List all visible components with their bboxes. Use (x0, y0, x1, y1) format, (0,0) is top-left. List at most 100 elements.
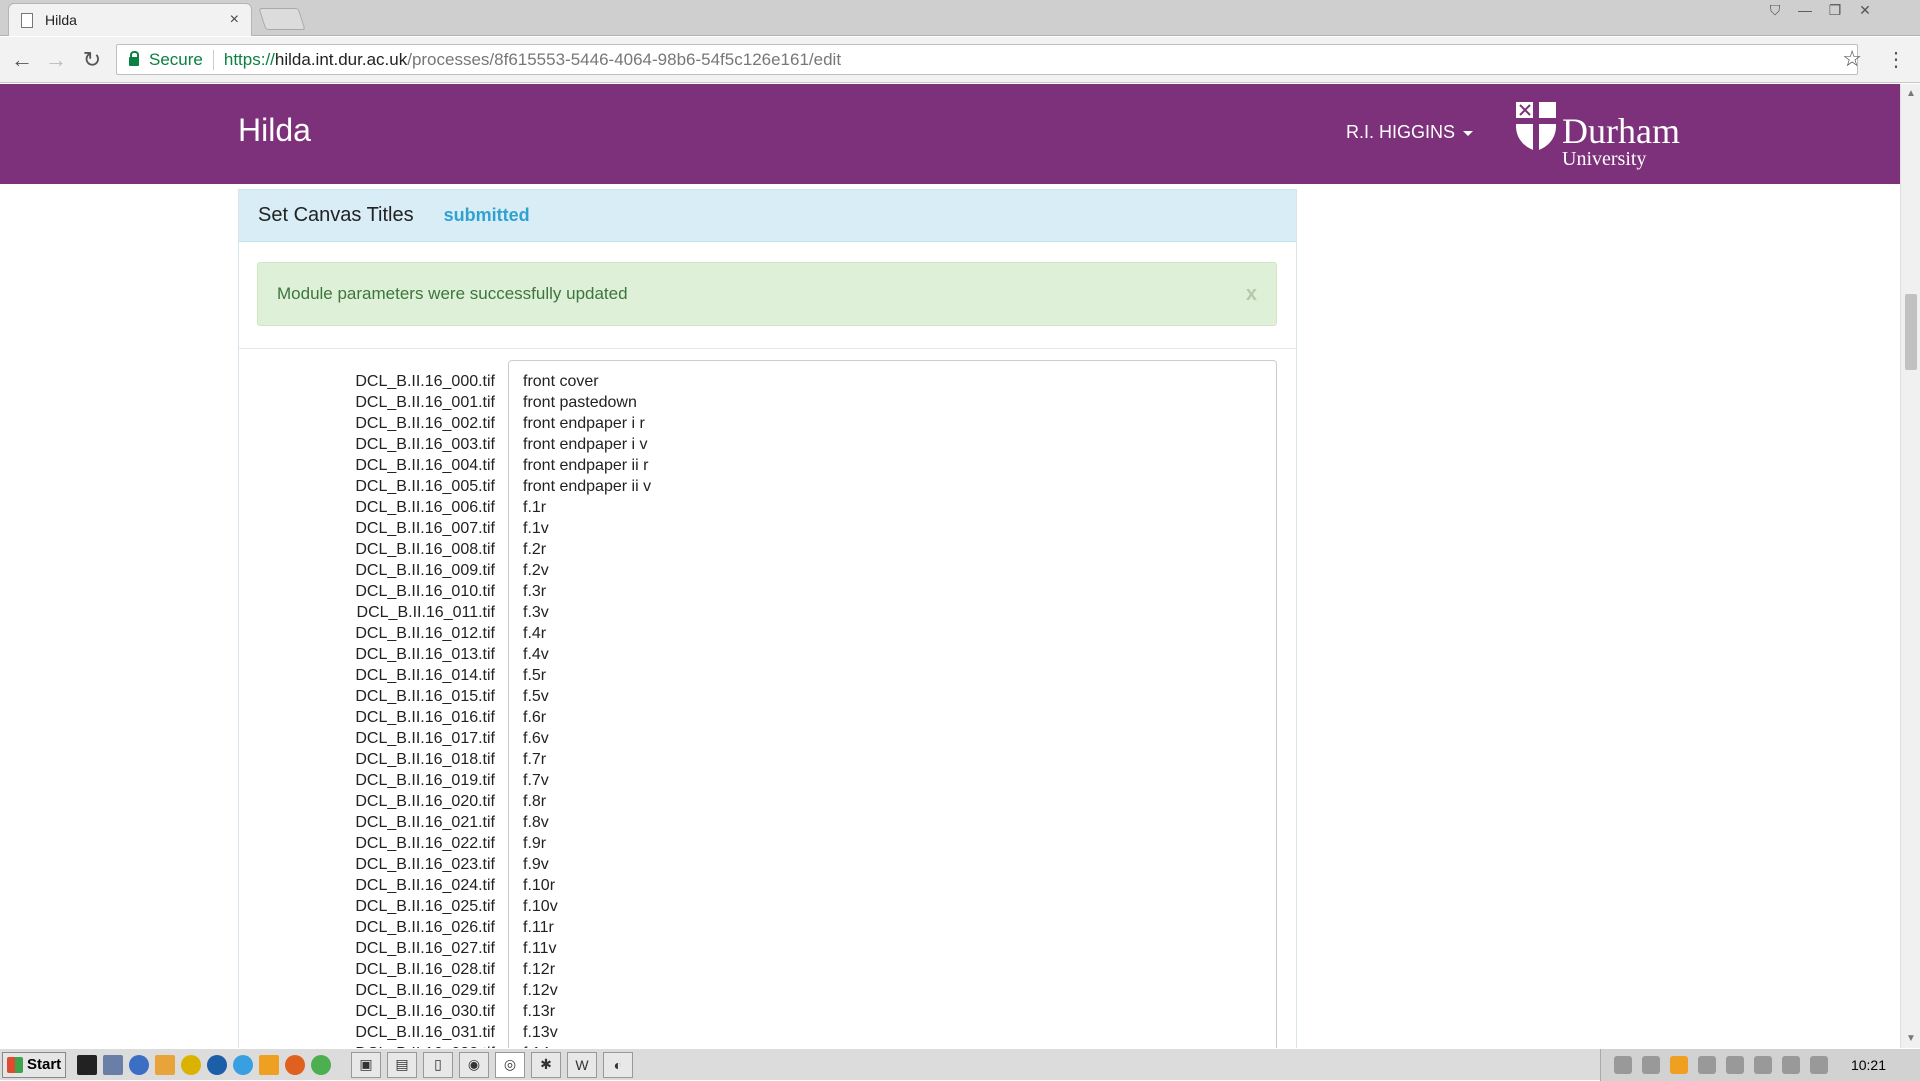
filename-item: DCL_B.II.16_029.tif (355, 982, 495, 999)
calculator-icon[interactable] (103, 1054, 123, 1075)
canvas-title-line: f.4v (523, 646, 549, 663)
close-window-button[interactable]: ✕ (1850, 0, 1880, 20)
browser-icon[interactable] (207, 1054, 227, 1075)
bookmark-star-icon[interactable]: ☆ (1842, 46, 1862, 72)
lock-icon (129, 51, 139, 66)
browser-tab-hilda[interactable]: Hilda × (8, 3, 252, 36)
panel-divider (239, 348, 1296, 349)
chrome-icon[interactable] (311, 1054, 331, 1075)
taskbar-firefox[interactable]: ◉ (459, 1051, 489, 1078)
clock[interactable]: 10:21 (1851, 1057, 1886, 1073)
address-bar[interactable]: Secure https:// hilda.int.dur.ac.uk /pro… (116, 44, 1858, 75)
firefox-icon[interactable] (285, 1054, 305, 1075)
filename-item: DCL_B.II.16_003.tif (355, 436, 495, 453)
scrollbar-thumb[interactable] (1905, 294, 1917, 370)
mail-icon[interactable] (259, 1054, 279, 1075)
scroll-up-icon[interactable]: ▲ (1906, 88, 1916, 99)
canvas-title-line: f.4r (523, 625, 547, 642)
filename-item: DCL_B.II.16_012.tif (355, 625, 495, 642)
canvas-titles-text: front cover front pastedown front endpaper… (523, 371, 651, 1048)
filename-item: DCL_B.II.16_009.tif (355, 562, 495, 579)
filename-item: DCL_B.II.16_020.tif (355, 793, 495, 810)
volume-icon[interactable] (1726, 1056, 1744, 1074)
ie-icon[interactable] (233, 1054, 253, 1075)
tray-icon-1[interactable] (1614, 1056, 1632, 1074)
filename-item: DCL_B.II.16_023.tif (355, 856, 495, 873)
page-scrollbar[interactable]: ▲ ▼ (1900, 84, 1920, 1048)
tab-title: Hilda (45, 12, 77, 28)
canvas-titles-textarea[interactable]: front cover front pastedown front endpaper… (508, 360, 1277, 1048)
site-brand[interactable]: Hilda (238, 112, 311, 149)
tray-icon-2[interactable] (1642, 1056, 1660, 1074)
new-tab-button[interactable] (258, 8, 306, 30)
browser-menu-icon[interactable]: ⋮ (1886, 47, 1906, 72)
canvas-title-line: f.12v (523, 982, 558, 999)
scroll-down-icon[interactable]: ▼ (1906, 1033, 1916, 1044)
filename-item: DCL_B.II.16_026.tif (355, 919, 495, 936)
canvas-title-line: f.6r (523, 709, 547, 726)
globe-icon[interactable] (129, 1054, 149, 1075)
taskbar-windows: ▣ ▤ ▯ ◉ ◎ ✱ W ◐ (348, 1051, 636, 1078)
canvas-title-line: front cover (523, 373, 599, 390)
folder-app-icon[interactable] (155, 1054, 175, 1075)
filename-item: DCL_B.II.16_005.tif (355, 478, 495, 495)
filename-item: DCL_B.II.16_015.tif (355, 688, 495, 705)
canvas-title-line: f.7v (523, 772, 549, 789)
utility-icon[interactable] (181, 1054, 201, 1075)
tray-icon-6[interactable] (1754, 1056, 1772, 1074)
filename-item: DCL_B.II.16_028.tif (355, 961, 495, 978)
taskbar-app-1[interactable]: ▣ (351, 1051, 381, 1078)
browser-tab-strip: Hilda × ⛉ — ❐ ✕ (0, 0, 1920, 36)
windows-taskbar: Start ▣ ▤ ▯ ◉ ◎ ✱ W ◐ 10:21 (0, 1048, 1920, 1081)
canvas-title-line: front endpaper ii r (523, 457, 649, 474)
panel-title: Set Canvas Titles (258, 204, 414, 226)
canvas-title-line: f.10v (523, 898, 558, 915)
canvas-title-line: f.3r (523, 583, 547, 600)
browser-toolbar: ← → ↻ Secure https:// hilda.int.dur.ac.u… (0, 37, 1920, 83)
start-label: Start (27, 1056, 62, 1073)
forward-button[interactable]: → (42, 47, 70, 73)
start-button[interactable]: Start (2, 1051, 66, 1078)
filename-item: DCL_B.II.16_030.tif (355, 1003, 495, 1020)
terminal-icon[interactable] (77, 1054, 97, 1075)
window-controls: ⛉ — ❐ ✕ (1760, 0, 1880, 22)
back-button[interactable]: ← (8, 47, 36, 73)
success-alert: Module parameters were successfully upda… (257, 262, 1277, 326)
canvas-title-line: f.5r (523, 667, 547, 684)
page-icon (21, 12, 33, 28)
tray-icon-3[interactable] (1670, 1056, 1688, 1074)
user-menu[interactable]: R.I. HIGGINS (1346, 122, 1474, 143)
canvas-title-line: f.9r (523, 835, 547, 852)
tray-icon-4[interactable] (1698, 1056, 1716, 1074)
taskbar-acrobat[interactable]: ✱ (531, 1051, 561, 1078)
quick-launch (74, 1054, 334, 1075)
taskbar-app-8[interactable]: ◐ (603, 1051, 633, 1078)
filename-item: DCL_B.II.16_013.tif (355, 646, 495, 663)
taskbar-word[interactable]: W (567, 1051, 597, 1078)
filename-item: DCL_B.II.16_027.tif (355, 940, 495, 957)
durham-university-logo: Durham University (1514, 98, 1684, 174)
canvas-title-line: f.8v (523, 814, 549, 831)
canvas-title-line: f.5v (523, 688, 549, 705)
profile-icon[interactable]: ⛉ (1760, 0, 1790, 20)
close-tab-icon[interactable]: × (230, 11, 239, 29)
filename-item: DCL_B.II.16_007.tif (355, 520, 495, 537)
canvas-title-line: f.1r (523, 499, 547, 516)
filename-item: DCL_B.II.16_011.tif (356, 604, 495, 621)
taskbar-document[interactable]: ▯ (423, 1051, 453, 1078)
taskbar-chrome[interactable]: ◎ (495, 1051, 525, 1078)
filename-item: DCL_B.II.16_006.tif (355, 499, 495, 516)
taskbar-explorer[interactable]: ▤ (387, 1051, 417, 1078)
filename-item: DCL_B.II.16_024.tif (355, 877, 495, 894)
tray-icon-8[interactable] (1810, 1056, 1828, 1074)
reload-button[interactable]: ↻ (78, 47, 106, 73)
restore-button[interactable]: ❐ (1820, 0, 1850, 20)
network-icon[interactable] (1782, 1056, 1800, 1074)
canvas-title-line: f.13r (523, 1003, 556, 1020)
canvas-title-line: f.12r (523, 961, 556, 978)
url-scheme: https:// (223, 49, 275, 69)
filename-item: DCL_B.II.16_008.tif (355, 541, 495, 558)
alert-close-button[interactable]: x (1246, 283, 1257, 306)
canvas-title-line: front endpaper ii v (523, 478, 652, 495)
minimize-button[interactable]: — (1790, 0, 1820, 20)
